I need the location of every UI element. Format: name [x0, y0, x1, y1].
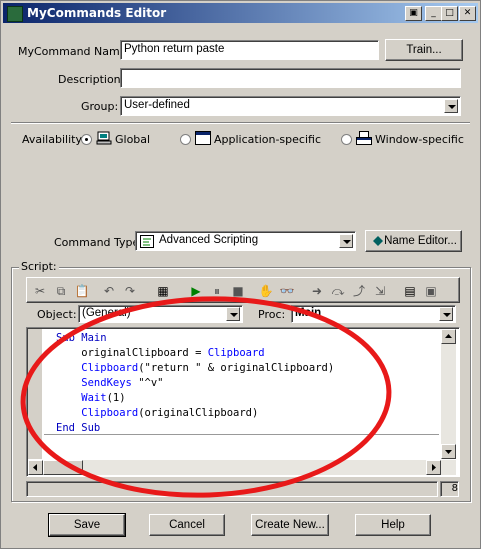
chevron-down-icon[interactable] [444, 99, 458, 113]
step-to-cursor-icon[interactable]: ⇲ [371, 282, 389, 300]
maximize-button[interactable]: □ [441, 6, 458, 21]
code-line[interactable]: SendKeys "^v" [56, 377, 163, 389]
vertical-scrollbar[interactable] [441, 329, 456, 459]
pause-icon[interactable]: ⏸ [208, 282, 226, 300]
proc-value: Main [295, 307, 322, 319]
window-specific-icon [356, 131, 372, 145]
window-title: MyCommands Editor [27, 6, 167, 20]
availability-option-global[interactable]: Global [115, 133, 150, 146]
paste-icon[interactable]: 📋 [73, 282, 91, 300]
toggle-breakpoint-icon[interactable]: ✋ [257, 282, 275, 300]
save-button[interactable]: Save [48, 513, 126, 537]
step-out-icon[interactable]: ⤴ [350, 282, 368, 300]
chevron-down-icon[interactable] [226, 307, 240, 321]
stop-icon[interactable]: ■ [229, 282, 247, 300]
references-icon[interactable]: ▣ [422, 282, 440, 300]
help-button[interactable]: Help [355, 514, 431, 536]
mycommand-name-field[interactable]: Python return paste [120, 40, 379, 60]
code-line[interactable]: End Sub [56, 422, 100, 434]
radio-window-specific[interactable] [341, 134, 352, 145]
proc-select[interactable]: Main [291, 305, 456, 323]
code-line[interactable]: Wait(1) [56, 392, 125, 404]
code-line-text: originalClipboard = [56, 347, 208, 359]
arrow-down-icon [445, 450, 452, 454]
object-select[interactable]: (General) [78, 305, 243, 323]
cancel-button[interactable]: Cancel [149, 514, 225, 536]
scroll-down-button[interactable] [441, 444, 456, 459]
name-editor-button[interactable]: Name Editor... [365, 230, 462, 252]
context-help-button[interactable]: ▣ [405, 6, 422, 21]
script-group-label: Script: [19, 260, 59, 273]
scroll-up-button[interactable] [441, 329, 456, 344]
cut-icon[interactable]: ✂ [31, 282, 49, 300]
step-into-icon[interactable]: ➜ [308, 282, 326, 300]
code-editor[interactable]: Sub Main originalClipboard = Clipboard C… [26, 327, 460, 477]
title-bar[interactable]: MyCommands Editor ▣ _ □ ✕ [3, 3, 478, 23]
group-select-value: User-defined [124, 99, 190, 111]
radio-application-specific[interactable] [180, 134, 191, 145]
scroll-right-button[interactable] [426, 460, 441, 475]
quick-watch-icon[interactable]: 👓 [278, 282, 296, 300]
chevron-down-icon[interactable] [439, 307, 453, 321]
arrow-up-icon [445, 334, 452, 338]
availability-option-application[interactable]: Application-specific [214, 133, 321, 146]
code-line[interactable]: Clipboard(originalClipboard) [56, 407, 258, 419]
undo-icon[interactable]: ↶ [100, 282, 118, 300]
horizontal-scrollbar[interactable] [28, 460, 456, 475]
script-toolbar: ✂ ⧉ 📋 ↶ ↷ ▦ ▶ ⏸ ■ ✋ 👓 ➜ ⤼ ⤴ ⇲ ▤ ▣ [26, 277, 460, 303]
object-value: (General) [82, 307, 131, 319]
command-type-label: Command Type: [54, 236, 144, 249]
close-button[interactable]: ✕ [459, 6, 476, 21]
code-keyword: Clipboard [207, 347, 265, 359]
train-button[interactable]: Train... [385, 39, 463, 61]
step-over-icon[interactable]: ⤼ [329, 282, 347, 300]
availability-label: Availability: [22, 133, 85, 146]
scroll-thumb[interactable] [43, 460, 83, 475]
divider [11, 122, 470, 124]
redo-icon[interactable]: ↷ [121, 282, 139, 300]
description-label: Description: [58, 73, 125, 86]
show-watch-icon[interactable]: ▤ [401, 282, 419, 300]
description-field[interactable] [120, 68, 461, 88]
computer-icon [96, 131, 112, 145]
scripting-icon [140, 235, 154, 248]
proc-label: Proc: [258, 308, 286, 321]
mycommand-name-label: MyCommand Name: [18, 45, 131, 58]
group-select[interactable]: User-defined [120, 96, 461, 116]
copy-icon[interactable]: ⧉ [52, 282, 70, 300]
minimize-button[interactable]: _ [425, 6, 442, 21]
arrow-left-icon [33, 464, 37, 471]
line-number-status: 8 [440, 481, 459, 497]
app-icon [7, 6, 23, 22]
arrow-right-icon [432, 464, 436, 471]
radio-global[interactable] [81, 134, 92, 145]
breakpoint-margin[interactable] [28, 329, 42, 459]
code-line[interactable]: Clipboard("return " & originalClipboard) [56, 362, 334, 374]
mycommands-editor-window: MyCommands Editor ▣ _ □ ✕ MyCommand Name… [0, 0, 481, 549]
scroll-left-button[interactable] [28, 460, 43, 475]
create-new-button[interactable]: Create New... [251, 514, 329, 536]
name-editor-label: Name Editor... [384, 235, 457, 247]
object-label: Object: [37, 308, 77, 321]
availability-option-window[interactable]: Window-specific [375, 133, 464, 146]
command-type-value: Advanced Scripting [159, 234, 259, 246]
dialog-editor-icon[interactable]: ▦ [154, 282, 172, 300]
code-line[interactable]: originalClipboard = Clipboard [56, 347, 265, 359]
chevron-down-icon[interactable] [339, 234, 353, 248]
diamond-icon [373, 236, 383, 246]
run-icon[interactable]: ▶ [187, 282, 205, 300]
group-label: Group: [81, 100, 119, 113]
application-window-icon [195, 131, 211, 145]
status-bar [26, 481, 438, 497]
code-line[interactable]: Sub Main [56, 332, 107, 344]
procedure-divider [44, 434, 439, 435]
command-type-select[interactable]: Advanced Scripting [135, 231, 356, 251]
